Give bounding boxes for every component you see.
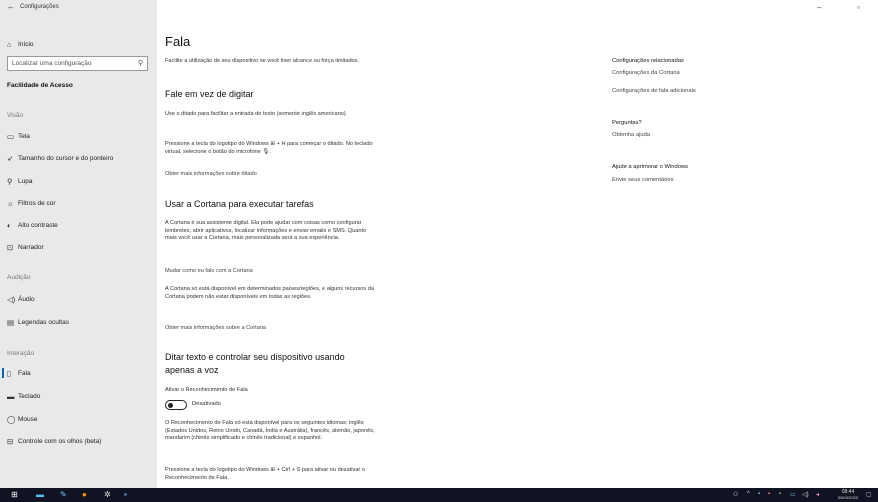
sidebar-item-label: Fala — [18, 369, 31, 377]
sidebar-item-fala[interactable]: ▯ Fala — [0, 365, 157, 381]
section-audicao: Audição — [7, 274, 31, 281]
sidebar-item-tela[interactable]: ▭ Tela — [0, 128, 157, 144]
sidebar-item-label: Teclado — [18, 392, 41, 400]
feedback-link[interactable]: Envie seus comentários — [612, 177, 674, 183]
speech-languages-text: O Reconhecimento de Fala só está disponí… — [165, 420, 375, 442]
home-icon: ⌂ — [7, 39, 12, 49]
people-icon[interactable]: ⚇ — [733, 491, 738, 498]
settings-window: ← Configurações ⌂ Início Localizar uma c… — [0, 0, 878, 488]
section-visao: Visão — [7, 112, 24, 119]
sidebar-item-label: Tela — [18, 132, 30, 140]
sidebar-item-label: Lupa — [18, 177, 33, 185]
captions-icon: ▤ — [7, 317, 15, 327]
improve-heading: Ajude a aprimorar o Windows — [612, 164, 689, 170]
speech-settings-link[interactable]: Configurações de fala adicionais — [612, 88, 696, 94]
speech-recognition-toggle[interactable] — [165, 400, 187, 410]
sidebar-item-teclado[interactable]: ▬ Teclado — [0, 388, 157, 404]
category-title: Facilidade de Acesso — [7, 82, 73, 89]
eye-control-icon: ⊟ — [7, 436, 14, 446]
toggle-knob — [168, 402, 173, 408]
dictation-text: Use o ditado para facilitar a entrada de… — [165, 111, 348, 117]
settings-gear-icon[interactable]: ✲ — [104, 490, 111, 500]
magnifier-icon: ⚲ — [7, 176, 13, 186]
color-filter-icon: ☼ — [7, 198, 14, 208]
search-input[interactable]: Localizar uma configuração ⚲ — [7, 56, 148, 71]
page-title: Fala — [165, 34, 191, 49]
cortana-voice-link[interactable]: Mudar como eu falo com a Cortana — [165, 268, 253, 274]
window-title: Configurações — [20, 4, 59, 10]
sidebar-item-narrador[interactable]: ⊡ Narrador — [0, 239, 157, 255]
main-content: – ▫ Fala Facilite a utilização de seu di… — [157, 0, 878, 488]
taskbar: ⊞ ▬ ✎ ● ✲ ▪ ⚇ ^ ▪ ▪ ▪ ▭ ◁) ◂ 08:44 05/04… — [0, 488, 878, 502]
dictation-heading: Fale em vez de digitar — [165, 89, 254, 99]
cortana-availability-text: A Cortana só está disponível em determin… — [165, 286, 374, 300]
sidebar-item-label: Mouse — [18, 415, 38, 423]
maximize-button[interactable]: ▫ — [857, 3, 860, 12]
pen-icon[interactable]: ✎ — [60, 490, 67, 500]
sidebar-item-label: Filtros de cor — [18, 199, 56, 207]
microphone-icon: ▯ — [7, 368, 12, 378]
sidebar-item-label: Alto contraste — [18, 221, 58, 229]
sidebar-item-cursor[interactable]: ➶ Tamanho do cursor e do ponteiro — [0, 150, 157, 166]
browser-icon[interactable]: ● — [82, 490, 87, 500]
mouse-icon: ◯ — [7, 414, 16, 424]
chevron-up-icon[interactable]: ^ — [747, 491, 750, 497]
sidebar-item-label: Narrador — [18, 243, 44, 251]
nav-home-label: Início — [18, 40, 34, 48]
toggle-state: Desativado — [192, 401, 222, 407]
sidebar-item-mouse[interactable]: ◯ Mouse — [0, 411, 157, 427]
cortana-heading: Usar a Cortana para executar tarefas — [165, 199, 314, 209]
speech-shortcut-text: Pressione a tecla do logotipo do Windows… — [165, 467, 365, 481]
voice-heading-line1: Ditar texto e controlar seu dispositivo … — [165, 352, 345, 362]
minimize-button[interactable]: – — [817, 3, 821, 12]
network-icon[interactable]: ▭ — [790, 491, 796, 498]
tray-app-icon-3[interactable]: ▪ — [779, 491, 781, 497]
dictation-shortcut-text: Pressione a tecla do logotipo do Windows… — [165, 141, 373, 155]
cortana-info-link[interactable]: Obter mais informações sobre a Cortana — [165, 325, 266, 331]
clock-date[interactable]: 05/04/2020 — [836, 495, 860, 500]
get-help-link[interactable]: Obtenha ajuda — [612, 132, 650, 138]
sidebar: ← Configurações ⌂ Início Localizar uma c… — [0, 0, 157, 488]
sidebar-item-audio[interactable]: ◁) Áudio — [0, 291, 157, 307]
cortana-settings-link[interactable]: Configurações da Cortana — [612, 70, 680, 76]
contrast-icon: ◐ — [7, 220, 12, 230]
speech-recognition-label: Ativar o Reconhecimento de Fala — [165, 387, 248, 393]
narrator-icon: ⊡ — [7, 242, 14, 252]
related-heading: Configurações relacionadas — [612, 58, 684, 64]
sidebar-item-label: Controle com os olhos (beta) — [18, 437, 102, 445]
tray-app-icon-4[interactable]: ◂ — [816, 491, 819, 498]
sidebar-item-filtros[interactable]: ☼ Filtros de cor — [0, 195, 157, 211]
nav-home[interactable]: ⌂ Início — [0, 36, 157, 52]
sidebar-item-label: Áudio — [18, 295, 35, 303]
intro-text: Facilite a utilização de seu dispositivo… — [165, 58, 360, 64]
questions-heading: Perguntas? — [612, 120, 642, 126]
voice-heading-line2: apenas a voz — [165, 365, 219, 375]
sidebar-item-lupa[interactable]: ⚲ Lupa — [0, 173, 157, 189]
monitor-icon: ▭ — [7, 131, 15, 141]
sidebar-item-controle-olhos[interactable]: ⊟ Controle com os olhos (beta) — [0, 433, 157, 449]
section-interacao: Interação — [7, 350, 35, 357]
speaker-icon: ◁) — [7, 294, 16, 304]
dictation-info-link[interactable]: Obter mais informações sobre ditado — [165, 171, 257, 177]
keyboard-icon: ▬ — [7, 391, 15, 401]
sidebar-item-label: Legendas ocultas — [18, 318, 69, 326]
app-icon[interactable]: ▪ — [124, 490, 127, 500]
notification-icon[interactable]: ▢ — [866, 491, 872, 498]
tray-app-icon-2[interactable]: ▪ — [768, 491, 770, 497]
cortana-text: A Cortana é sua assistente digital. Ela … — [165, 220, 367, 242]
tray-app-icon[interactable]: ▪ — [758, 491, 760, 497]
sidebar-item-contraste[interactable]: ◐ Alto contraste — [0, 217, 157, 233]
cursor-icon: ➶ — [7, 153, 14, 163]
back-arrow-icon[interactable]: ← — [7, 2, 15, 11]
search-placeholder: Localizar uma configuração — [12, 60, 92, 67]
file-explorer-icon[interactable]: ▬ — [36, 490, 44, 500]
sidebar-item-legendas[interactable]: ▤ Legendas ocultas — [0, 314, 157, 330]
volume-icon[interactable]: ◁) — [802, 491, 809, 498]
sidebar-item-label: Tamanho do cursor e do ponteiro — [18, 154, 114, 162]
search-icon: ⚲ — [137, 60, 143, 67]
windows-start-icon[interactable]: ⊞ — [11, 490, 18, 500]
